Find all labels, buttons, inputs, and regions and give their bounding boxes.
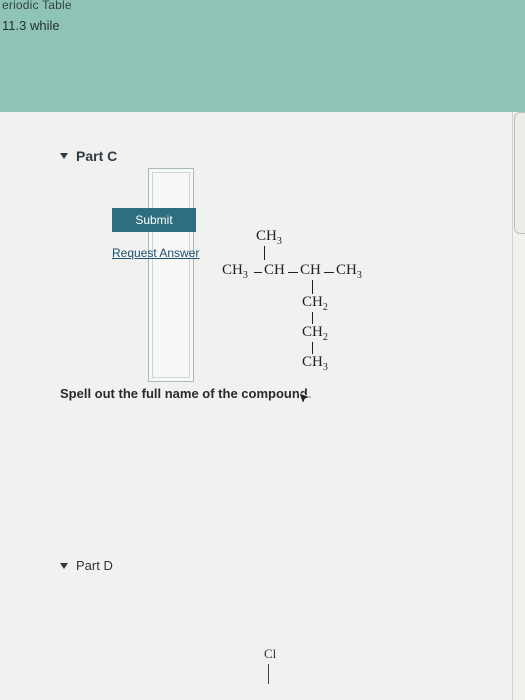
bond-chain-3 (324, 272, 334, 273)
panel-subtext: 11.3 while (2, 18, 60, 33)
caret-down-icon (60, 153, 68, 159)
formula-ch-a: CH (264, 262, 285, 278)
formula-ch2-b: CH2 (302, 324, 328, 343)
question-text: Spell out the full name of the compound. (60, 386, 312, 401)
part-c-title: Part C (76, 148, 118, 164)
bond-branch-3 (312, 342, 313, 354)
answer-input-field[interactable] (152, 172, 190, 378)
part-d-cl-atom: Cl (264, 646, 277, 661)
submit-button[interactable]: Submit (112, 208, 196, 232)
answer-input[interactable] (148, 168, 194, 382)
right-panel-edge (514, 112, 525, 234)
bond-branch-2 (312, 312, 313, 324)
left-panel: eriodic Table 11.3 while (0, 0, 525, 112)
periodic-table-link[interactable]: eriodic Table (2, 0, 72, 12)
formula-right-ch3: CH3 (336, 262, 362, 281)
part-c-header[interactable]: Part C (60, 148, 117, 164)
right-divider (512, 112, 513, 700)
bond-branch-1 (312, 280, 313, 294)
bond-chain-2 (288, 272, 298, 273)
question-content (0, 112, 525, 700)
bond-top (264, 246, 265, 260)
part-d-header[interactable]: Part D (60, 558, 113, 573)
caret-down-icon (60, 562, 68, 569)
part-d-title: Part D (76, 558, 113, 573)
formula-top-ch3: CH3 (256, 228, 282, 247)
formula-left-ch3: CH3 (222, 262, 248, 281)
mouse-cursor-icon (298, 392, 312, 406)
part-d-bond (268, 664, 269, 684)
request-answer-link[interactable]: Request Answer (112, 246, 199, 260)
bond-chain-1 (254, 272, 262, 273)
formula-bottom-ch3: CH3 (302, 354, 328, 373)
formula-ch-b: CH (300, 262, 321, 278)
formula-ch2-a: CH2 (302, 294, 328, 313)
